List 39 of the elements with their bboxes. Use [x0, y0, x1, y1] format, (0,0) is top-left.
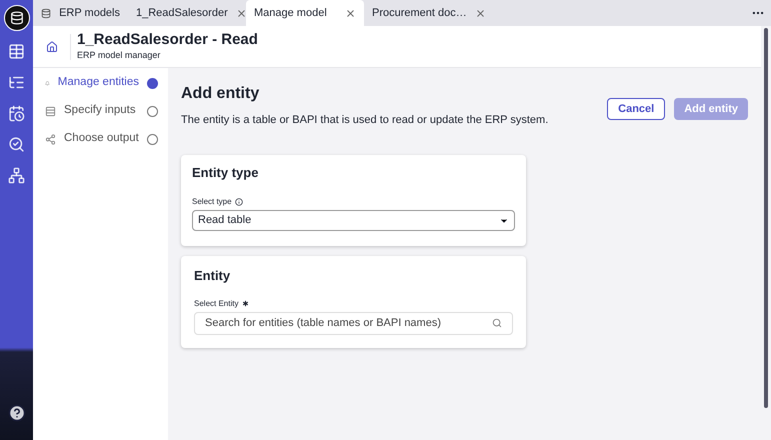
close-icon[interactable]: [236, 8, 247, 18]
database-icon: [41, 8, 52, 18]
tab[interactable]: 1_ReadSalesorder: [128, 0, 246, 26]
card-title: Entity type: [192, 164, 260, 182]
table-search-icon[interactable]: [8, 136, 25, 153]
page-title: 1_ReadSalesorder - Read: [77, 30, 258, 49]
tab[interactable]: Procurement doc…: [364, 0, 482, 26]
table-icon[interactable]: [8, 43, 25, 60]
entity-search-field[interactable]: Search for entities (table names or BAPI names): [194, 312, 513, 334]
step-item[interactable]: Choose output: [45, 130, 158, 148]
step-item[interactable]: Specify inputs: [45, 102, 158, 120]
section-description: The entity is a table or BAPI that is used to read or update the ERP system.: [181, 113, 548, 128]
tab[interactable]: Manage model: [246, 0, 364, 26]
tab-label: ERP models: [59, 6, 120, 21]
step-item[interactable]: Manage entities: [45, 74, 158, 92]
list-icon[interactable]: [8, 74, 25, 91]
tab-label: Manage model: [254, 6, 327, 21]
tab-label: Procurement doc…: [372, 6, 467, 21]
card-title: Entity: [194, 267, 232, 285]
tab[interactable]: ERP models: [33, 0, 128, 26]
database-icon[interactable]: [4, 5, 30, 31]
home-icon[interactable]: [46, 40, 58, 52]
field-label: Select Entity: [194, 298, 238, 310]
hierarchy-icon[interactable]: [8, 167, 25, 184]
search-icon: [492, 318, 502, 328]
tab-label: 1_ReadSalesorder: [136, 6, 228, 21]
scrollbar[interactable]: [764, 28, 768, 408]
cancel-button[interactable]: Cancel: [607, 98, 666, 120]
close-icon[interactable]: [345, 8, 356, 18]
help-icon[interactable]: [8, 404, 26, 422]
page-subtitle: ERP model manager: [77, 48, 162, 62]
close-icon[interactable]: [474, 8, 486, 18]
type-select[interactable]: Read table: [192, 210, 515, 231]
field-label: Select type: [192, 196, 232, 208]
step-icon: [45, 134, 56, 144]
section-title: Add entity: [181, 84, 260, 104]
calendar-clock-icon[interactable]: [8, 105, 25, 122]
step-icon: [45, 106, 56, 116]
info-icon[interactable]: [234, 198, 243, 206]
